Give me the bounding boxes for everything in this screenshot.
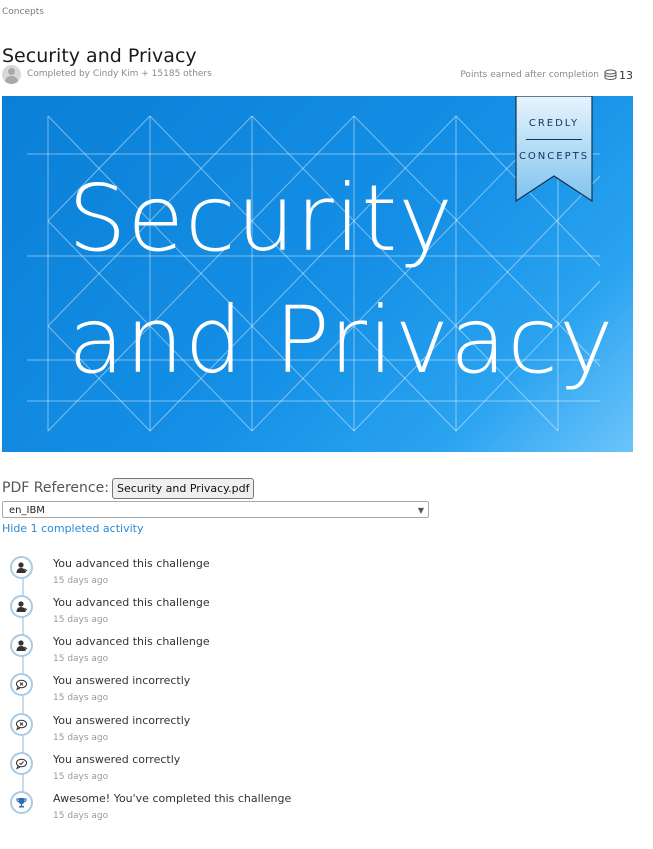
activity-title: Awesome! You've completed this challenge	[53, 792, 292, 805]
activity-title: You advanced this challenge	[53, 635, 210, 648]
pdf-download-button[interactable]: Security and Privacy.pdf	[112, 478, 255, 499]
chevron-down-icon: ▼	[417, 506, 424, 515]
pdf-reference-label: PDF Reference:	[2, 480, 109, 496]
activity-time: 15 days ago	[53, 733, 109, 743]
points-value: 13	[619, 69, 633, 82]
language-select-value: en_IBM	[9, 505, 45, 516]
speech-bubble-check-icon	[10, 752, 33, 775]
activity-item: You advanced this challenge 15 days ago	[10, 595, 570, 634]
activity-time: 15 days ago	[53, 654, 109, 664]
speech-bubble-x-icon	[10, 713, 33, 736]
ribbon-text-credly: CREDLY	[528, 118, 580, 129]
activity-time: 15 days ago	[53, 811, 109, 821]
avatar[interactable]	[2, 65, 21, 84]
activity-time: 15 days ago	[53, 615, 109, 625]
user-advance-icon	[10, 556, 33, 579]
activity-title: You advanced this challenge	[53, 596, 210, 609]
credly-ribbon-icon	[515, 96, 593, 202]
activity-time: 15 days ago	[53, 772, 109, 782]
activity-item: You advanced this challenge 15 days ago	[10, 556, 570, 595]
activity-time: 15 days ago	[53, 693, 109, 703]
activity-item: You answered correctly 15 days ago	[10, 752, 570, 791]
meta-row: Completed by Cindy Kim + 15185 others Po…	[2, 64, 633, 86]
activity-item: Awesome! You've completed this challenge…	[10, 791, 570, 830]
activity-title: You advanced this challenge	[53, 557, 210, 570]
points-label: Points earned after completion	[460, 70, 599, 80]
banner-title-line2: and Privacy	[68, 287, 615, 394]
activity-title: You answered incorrectly	[53, 714, 191, 727]
ribbon-divider	[526, 139, 582, 140]
activity-title: You answered incorrectly	[53, 674, 191, 687]
ribbon-text-concepts: CONCEPTS	[518, 151, 590, 162]
coins-icon	[604, 69, 617, 81]
hide-completed-activity-link[interactable]: Hide 1 completed activity	[2, 522, 143, 535]
completed-by-text[interactable]: Completed by Cindy Kim + 15185 others	[27, 69, 212, 79]
breadcrumb[interactable]: Concepts	[2, 7, 44, 17]
activity-item: You answered incorrectly 15 days ago	[10, 673, 570, 712]
user-advance-icon	[10, 634, 33, 657]
speech-bubble-x-icon	[10, 673, 33, 696]
activity-item: You answered incorrectly 15 days ago	[10, 713, 570, 752]
activity-time: 15 days ago	[53, 576, 109, 586]
challenge-banner: Security and Privacy CREDLY CONCEPTS	[2, 96, 633, 452]
activity-title: You answered correctly	[53, 753, 181, 766]
activity-item: You advanced this challenge 15 days ago	[10, 634, 570, 673]
user-advance-icon	[10, 595, 33, 618]
trophy-icon	[10, 791, 33, 814]
language-select[interactable]: en_IBM ▼	[2, 501, 429, 518]
